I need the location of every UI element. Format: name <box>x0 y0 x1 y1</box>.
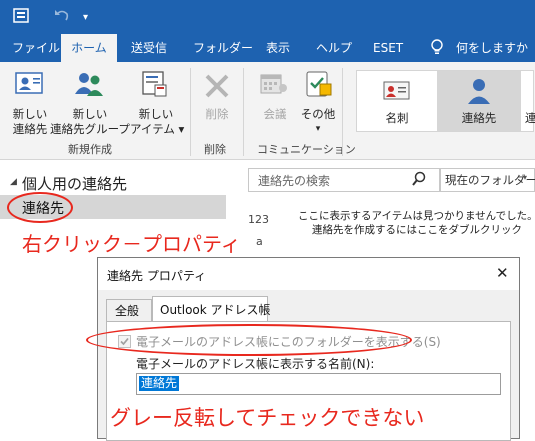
annotation-greyed-out: グレー反転してチェックできない <box>110 406 425 430</box>
title-bar: ▾ <box>0 0 535 34</box>
ribbon-separator <box>243 68 244 156</box>
my-contacts-header[interactable]: 個人用の連絡先 <box>22 173 127 194</box>
address-book-name-value: 連絡先 <box>139 376 180 391</box>
contact-card-icon <box>15 71 43 101</box>
annotation-ellipse <box>86 324 412 356</box>
group-label-communication: コミュニケーション <box>257 143 356 156</box>
new-items-label-1: 新しい <box>138 107 174 121</box>
group-label-delete: 削除 <box>204 143 226 156</box>
new-items-label-2: アイテム ▾ <box>130 122 185 136</box>
new-contact-label-2: 連絡先 <box>12 122 48 136</box>
index-letter[interactable]: a <box>256 235 263 248</box>
tab-send-receive[interactable]: 送受信 <box>131 34 167 62</box>
lightbulb-icon[interactable] <box>430 34 444 62</box>
meeting-calendar-icon <box>259 72 289 102</box>
address-book-name-field[interactable] <box>136 373 501 395</box>
annotation-circle <box>7 192 73 223</box>
ribbon: 新しい 連絡先 新しい 連絡先グループ 新しい アイテム ▾ 新規作成 削除 削… <box>0 62 535 160</box>
empty-message-line-2[interactable]: 連絡先を作成するにはここをダブルクリック <box>312 222 522 237</box>
ribbon-tab-row: ファイル ホーム 送受信 フォルダー 表示 ヘルプ ESET 何をしますか <box>0 34 535 62</box>
index-numbers[interactable]: 123 <box>248 213 269 226</box>
tab-view[interactable]: 表示 <box>266 34 290 62</box>
tab-home[interactable]: ホーム <box>61 34 117 62</box>
new-items-icon <box>140 70 168 102</box>
tab-eset[interactable]: ESET <box>373 34 403 62</box>
new-contact-label-1: 新しい <box>12 107 48 121</box>
empty-message-line-1: ここに表示するアイテムは見つかりませんでした。 <box>298 210 535 222</box>
dialog-title: 連絡先 プロパティ <box>107 269 207 283</box>
new-contact-group-label-2: 連絡先グループ <box>50 122 130 136</box>
properties-dialog: 連絡先 プロパティ ✕ 全般 Outlook アドレス帳 電子メールのアドレス帳… <box>86 257 520 441</box>
more-button[interactable]: その他 ▾ <box>296 107 340 137</box>
tab-folder[interactable]: フォルダー <box>193 34 253 62</box>
more-dropdown-icon: ▾ <box>315 124 321 134</box>
search-scope-value: 現在のフォルダー <box>445 173 535 187</box>
tab-file[interactable]: ファイル <box>12 34 60 62</box>
close-icon[interactable]: ✕ <box>496 264 509 282</box>
collapse-arrow-icon[interactable]: ◢ <box>10 177 17 187</box>
search-placeholder: 連絡先の検索 <box>258 174 331 188</box>
tab-help[interactable]: ヘルプ <box>316 34 352 62</box>
chevron-down-icon: ▾ <box>523 173 528 182</box>
contact-group-icon <box>73 70 105 102</box>
contact-list-pane: 連絡先の検索 現在のフォルダー ▾ 123 a ここに表示するアイテムは見つかり… <box>240 161 535 261</box>
tab-outlook-address-book-label: Outlook アドレス帳 <box>160 303 271 317</box>
business-card-icon <box>383 79 411 107</box>
address-book-name-label: 電子メールのアドレス帳に表示する名前(N): <box>136 357 375 371</box>
tell-me-search[interactable]: 何をしますか <box>456 34 528 62</box>
new-items-button[interactable]: 新しい アイテム ▾ <box>130 107 185 137</box>
customize-qat-icon[interactable]: ▾ <box>83 9 88 27</box>
delete-x-icon <box>203 72 231 104</box>
new-contact-button[interactable]: 新しい 連絡先 <box>8 107 52 137</box>
view-contact-label: 連絡先 <box>461 111 497 125</box>
ribbon-separator <box>190 68 191 156</box>
tab-general-label: 全般 <box>115 304 140 318</box>
undo-icon[interactable] <box>54 7 70 28</box>
annotation-right-click: 右クリック－プロパティ <box>22 232 241 256</box>
more-communication-icon <box>303 70 333 102</box>
search-icon[interactable] <box>412 171 426 191</box>
new-contact-group-button[interactable]: 新しい 連絡先グループ <box>50 107 130 137</box>
view-business-card[interactable]: 名刺 <box>372 111 422 126</box>
new-contact-group-label-1: 新しい <box>72 107 108 121</box>
view-next-label: 連 <box>525 111 535 125</box>
ribbon-separator <box>342 68 343 156</box>
person-icon <box>466 77 492 109</box>
outlook-app-icon[interactable] <box>12 7 32 30</box>
more-label: その他 <box>300 107 336 121</box>
group-label-new: 新規作成 <box>68 143 112 156</box>
meeting-button[interactable]: 会議 <box>258 107 292 122</box>
delete-button[interactable]: 削除 <box>199 107 235 122</box>
